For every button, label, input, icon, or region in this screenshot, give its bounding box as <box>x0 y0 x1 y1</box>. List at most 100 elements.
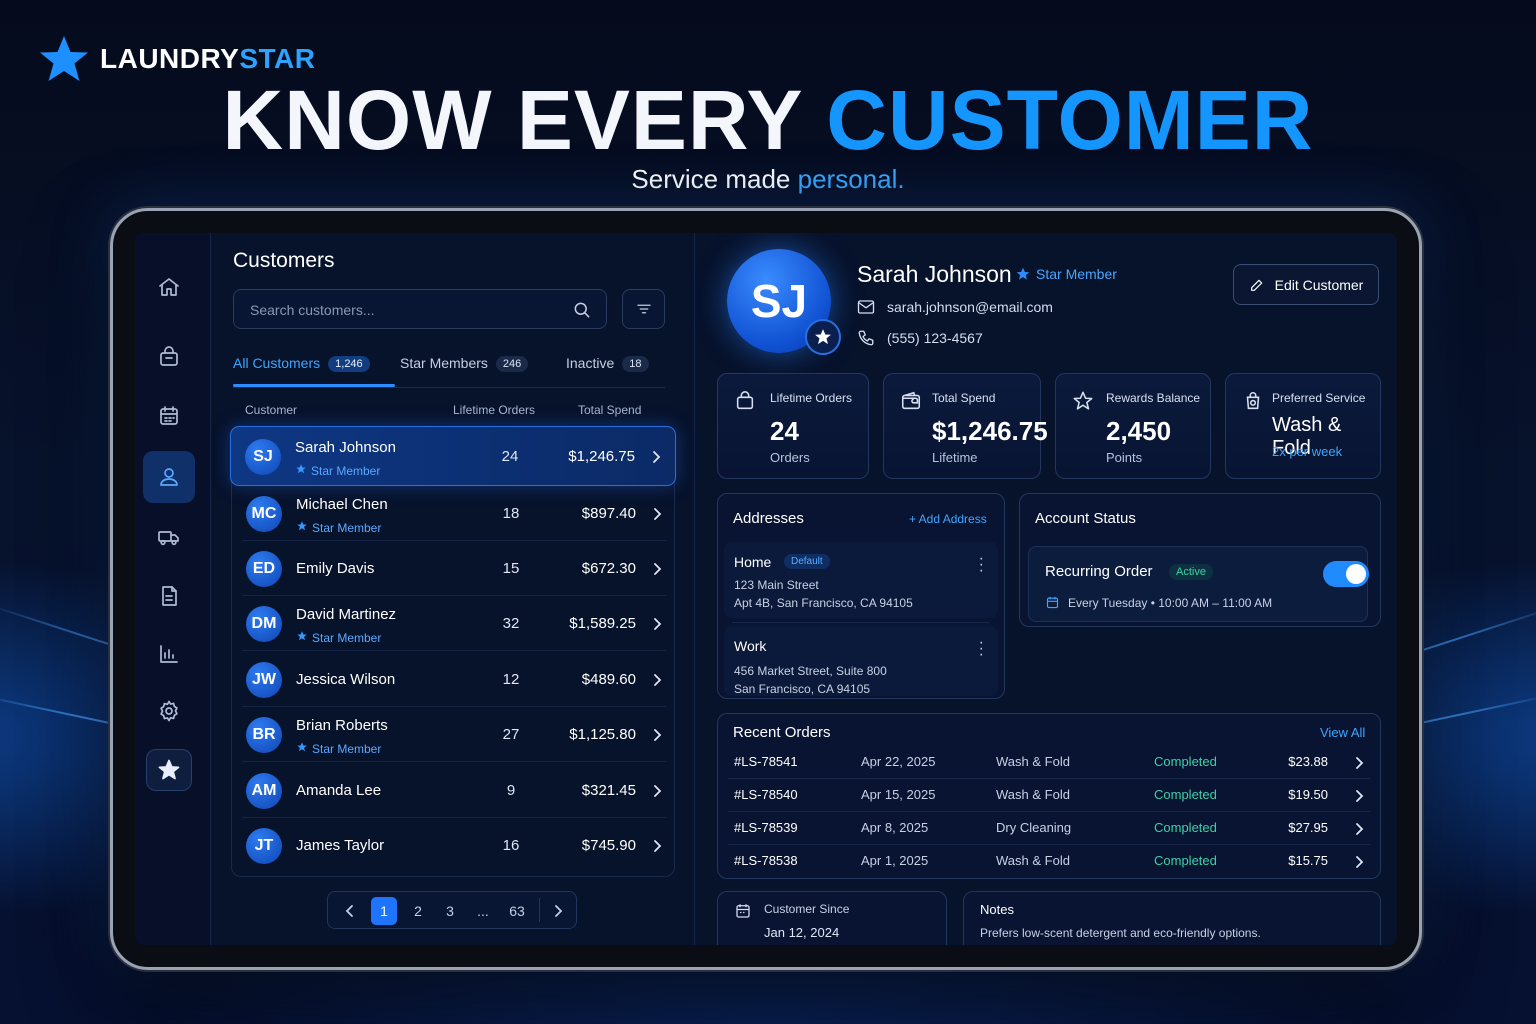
customer-spend: $745.90 <box>581 837 636 854</box>
sidebar <box>135 233 211 945</box>
chevron-right-icon <box>652 839 662 858</box>
more-options-icon[interactable]: · · · <box>979 635 984 663</box>
mail-icon <box>857 300 875 314</box>
recent-orders-title: Recent Orders <box>733 724 831 741</box>
headline-part2: CUSTOMER <box>826 73 1314 167</box>
shopping-bag-icon <box>736 391 754 410</box>
customer-orders: 32 <box>502 615 520 632</box>
star-member-label: Star Member <box>312 630 382 645</box>
stat-label: Lifetime Orders <box>770 391 853 405</box>
page-2[interactable]: 2 <box>404 900 432 922</box>
avatar: BR <box>246 717 282 753</box>
stat-label: Rewards Balance <box>1106 391 1201 405</box>
recurring-schedule: Every Tuesday • 10:00 AM – 11:00 AM <box>1045 595 1272 610</box>
avatar: ED <box>246 551 282 587</box>
customer-row[interactable]: BR Brian Roberts Star Member 27 $1,125.80 <box>232 707 676 762</box>
add-address-link[interactable]: + Add Address <box>909 512 987 526</box>
profile-phone-row: (555) 123-4567 <box>857 329 983 347</box>
nav-invoices[interactable] <box>143 570 195 622</box>
customer-name: Michael Chen <box>296 496 388 513</box>
stat-total-spend: Total Spend $1,246.75 Lifetime <box>883 373 1048 479</box>
stat-label: Preferred Service <box>1272 391 1366 405</box>
brand-name-part2: STAR <box>239 43 316 74</box>
shopping-bag-icon <box>160 346 178 366</box>
notes-card: Notes Prefers low-scent detergent and ec… <box>963 891 1381 945</box>
calendar-icon <box>736 904 750 918</box>
page-3[interactable]: 3 <box>436 900 464 922</box>
nav-schedule[interactable] <box>143 390 195 442</box>
customer-row[interactable]: JT James Taylor 16 $745.90 <box>232 818 676 873</box>
stat-lifetime-orders: Lifetime Orders 24 Orders <box>717 373 869 479</box>
addresses-title: Addresses <box>733 510 804 527</box>
view-all-link[interactable]: View All <box>1320 725 1365 740</box>
nav-reports[interactable] <box>143 628 195 680</box>
filter-button[interactable] <box>622 289 665 329</box>
order-service: Wash & Fold <box>996 787 1070 802</box>
customer-spend: $1,589.25 <box>569 615 636 632</box>
tab-inactive[interactable]: Inactive 18 <box>566 351 649 387</box>
order-service: Wash & Fold <box>996 754 1070 769</box>
customer-since-value: Jan 12, 2024 <box>764 925 840 940</box>
nav-home[interactable] <box>143 261 195 313</box>
nav-settings[interactable] <box>143 685 195 737</box>
prev-page-button[interactable] <box>336 900 364 922</box>
page-63[interactable]: 63 <box>501 900 533 922</box>
customer-orders: 18 <box>502 505 520 522</box>
profile-email[interactable]: sarah.johnson@email.com <box>887 299 1053 315</box>
subline-part1: Service made <box>631 164 791 194</box>
nav-star-program[interactable] <box>146 749 192 791</box>
order-row[interactable]: #LS-78541 Apr 22, 2025 Wash & Fold Complete… <box>718 746 1380 779</box>
customer-row[interactable]: DM David Martinez Star Member 32 $1,589.25 <box>232 596 676 651</box>
order-date: Apr 1, 2025 <box>861 853 929 868</box>
nav-orders[interactable] <box>143 331 195 383</box>
order-row[interactable]: #LS-78540 Apr 15, 2025 Wash & Fold Complete… <box>718 779 1380 812</box>
tab-all-customers[interactable]: All Customers 1,246 <box>233 351 370 387</box>
tab-star-members[interactable]: Star Members 246 <box>400 351 529 387</box>
customer-spend: $897.40 <box>581 505 636 522</box>
customer-detail-panel: SJ Sarah Johnson Star Member sarah.johns… <box>695 233 1397 945</box>
row-divider <box>242 761 666 762</box>
delivery-truck-icon <box>158 531 179 546</box>
pagination: 1 2 3 ... 63 <box>327 891 577 929</box>
nav-delivery[interactable] <box>143 511 195 563</box>
headline: KNOW EVERY CUSTOMER <box>0 74 1536 166</box>
search-icon[interactable] <box>572 300 592 320</box>
search-input[interactable] <box>250 299 550 321</box>
document-icon <box>162 586 177 606</box>
column-header-orders: Lifetime Orders <box>453 403 536 417</box>
address-item-home[interactable]: Home Default 123 Main Street Apt 4B, San… <box>724 542 998 618</box>
customer-row[interactable]: JW Jessica Wilson 12 $489.60 <box>232 652 676 707</box>
star-icon <box>158 759 180 780</box>
customer-row[interactable]: AM Amanda Lee 9 $321.45 <box>232 763 676 818</box>
star-member-badge: Star Member <box>295 463 380 478</box>
next-page-button[interactable] <box>544 900 572 922</box>
customer-since-label: Customer Since <box>764 902 850 916</box>
address-item-work[interactable]: Work 456 Market Street, Suite 800 San Fr… <box>724 626 998 696</box>
row-divider <box>242 650 666 651</box>
order-row[interactable]: #LS-78539 Apr 8, 2025 Dry Cleaning Complete… <box>718 812 1380 845</box>
customer-row[interactable]: MC Michael Chen Star Member 18 $897.40 <box>232 486 676 541</box>
tab-count: 1,246 <box>328 356 370 372</box>
avatar: JT <box>246 828 282 864</box>
address-divider <box>732 622 990 623</box>
edit-customer-button[interactable]: Edit Customer <box>1233 264 1379 305</box>
more-options-icon[interactable]: · · · <box>979 551 984 579</box>
profile-phone[interactable]: (555) 123-4567 <box>887 330 983 346</box>
order-id: #LS-78539 <box>734 820 798 835</box>
recurring-order-toggle[interactable] <box>1323 561 1369 587</box>
order-date: Apr 15, 2025 <box>861 787 936 802</box>
bar-chart-icon <box>160 645 178 663</box>
stat-value: $1,246.75 <box>932 416 1048 446</box>
order-service: Dry Cleaning <box>996 820 1072 835</box>
star-icon <box>296 520 308 535</box>
customer-row[interactable]: ED Emily Davis 15 $672.30 <box>232 541 676 596</box>
star-member-badge: Star Member <box>296 520 381 535</box>
stat-sub: 2x per week <box>1272 444 1343 459</box>
customer-row[interactable]: SJ Sarah Johnson Star Member 24 $1,246.75 <box>230 426 676 486</box>
order-service: Wash & Fold <box>996 853 1070 868</box>
order-row[interactable]: #LS-78538 Apr 1, 2025 Wash & Fold Completed… <box>718 845 1380 878</box>
page-1[interactable]: 1 <box>371 897 397 925</box>
stat-value: 2,450 <box>1106 416 1172 446</box>
tab-label: Star Members <box>400 355 488 371</box>
nav-customers[interactable] <box>143 451 195 503</box>
